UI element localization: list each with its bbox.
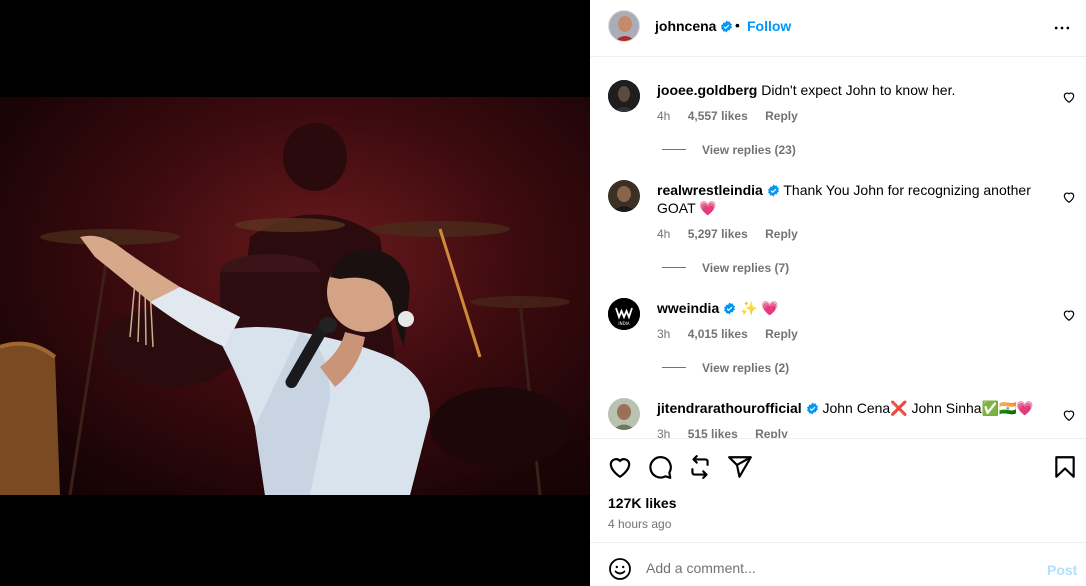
post-button[interactable]: Post	[1047, 562, 1077, 578]
profile-photo	[609, 11, 639, 41]
comment-meta: 4h 4,557 likes Reply	[657, 109, 812, 123]
wwe-avatar-label: INDIA	[618, 321, 629, 326]
avatar[interactable]	[608, 180, 640, 212]
comment-input[interactable]	[646, 555, 1016, 581]
heart-icon[interactable]	[1062, 408, 1076, 422]
comment-time[interactable]: 4h	[657, 109, 670, 123]
add-comment-bar: Post	[590, 542, 1086, 586]
comment-meta: 3h 515 likes Reply	[657, 427, 802, 438]
comment-body: wweindia ✨ 💗	[657, 299, 1037, 317]
verified-badge-icon	[724, 302, 736, 315]
bookmark-icon[interactable]	[1052, 454, 1078, 480]
profile-photo	[608, 180, 640, 212]
share-icon[interactable]	[727, 454, 753, 480]
heart-icon[interactable]	[607, 454, 633, 480]
comment-time[interactable]: 3h	[657, 427, 670, 438]
reply-button[interactable]: Reply	[765, 227, 798, 241]
reply-line	[662, 149, 686, 150]
wwe-logo-avatar: INDIA	[608, 298, 640, 330]
view-replies-label[interactable]: View replies (23)	[702, 143, 796, 157]
likes-count[interactable]: 127K likes	[608, 495, 677, 511]
reply-line	[662, 367, 686, 368]
comment-time[interactable]: 4h	[657, 227, 670, 241]
header-username[interactable]: johncena	[655, 18, 733, 34]
header-separator: •	[735, 17, 740, 33]
comment-text: John Cena❌ John Sinha✅🇮🇳💗	[822, 400, 1034, 416]
comment-username[interactable]: wweindia	[657, 300, 719, 316]
profile-photo	[608, 398, 640, 430]
header-username-text[interactable]: johncena	[655, 18, 716, 34]
comment-text: ✨ 💗	[740, 300, 779, 316]
comment-likes[interactable]: 4,015 likes	[688, 327, 748, 341]
comment-icon[interactable]	[647, 454, 673, 480]
view-replies-button[interactable]: View replies (2)	[662, 361, 789, 375]
view-replies-label[interactable]: View replies (7)	[702, 261, 789, 275]
comment-text: Didn't expect John to know her.	[761, 82, 956, 98]
comment-username[interactable]: realwrestleindia	[657, 182, 763, 198]
comment-likes[interactable]: 4,557 likes	[688, 109, 748, 123]
heart-icon[interactable]	[1062, 190, 1076, 204]
reply-line	[662, 267, 686, 268]
heart-icon[interactable]	[1062, 308, 1076, 322]
reply-button[interactable]: Reply	[765, 109, 798, 123]
comment-meta: 3h 4,015 likes Reply	[657, 327, 812, 341]
view-replies-button[interactable]: View replies (7)	[662, 261, 789, 275]
post-media	[0, 0, 590, 586]
avatar[interactable]	[608, 80, 640, 112]
view-replies-button[interactable]: View replies (23)	[662, 143, 796, 157]
comment-likes[interactable]: 5,297 likes	[688, 227, 748, 241]
post-timestamp[interactable]: 4 hours ago	[608, 517, 671, 531]
follow-button[interactable]: Follow	[747, 18, 791, 34]
emoji-icon[interactable]	[608, 557, 632, 581]
verified-badge-icon	[721, 20, 733, 33]
avatar[interactable]: INDIA	[608, 298, 640, 330]
post-photo[interactable]	[0, 97, 590, 495]
comments-list[interactable]: jooee.goldberg Didn't expect John to kno…	[590, 58, 1086, 438]
avatar[interactable]	[608, 10, 640, 42]
verified-badge-icon	[806, 402, 818, 415]
post-side-panel: johncena • Follow jooee.goldberg Didn't …	[590, 0, 1086, 586]
concert-photo	[0, 123, 570, 495]
comment-likes[interactable]: 515 likes	[688, 427, 738, 438]
view-replies-label[interactable]: View replies (2)	[702, 361, 789, 375]
avatar[interactable]	[608, 398, 640, 430]
post-actions: 127K likes 4 hours ago	[590, 438, 1086, 542]
comment-body: realwrestleindia Thank You John for reco…	[657, 181, 1037, 217]
comment-username[interactable]: jitendrarathourofficial	[657, 400, 802, 416]
comment-body: jooee.goldberg Didn't expect John to kno…	[657, 81, 1037, 99]
post-header: johncena • Follow	[590, 0, 1086, 57]
more-options-icon[interactable]	[1052, 18, 1072, 38]
comment-time[interactable]: 3h	[657, 327, 670, 341]
comment-meta: 4h 5,297 likes Reply	[657, 227, 812, 241]
comment-username[interactable]: jooee.goldberg	[657, 82, 757, 98]
comment-body: jitendrarathourofficial John Cena❌ John …	[657, 399, 1037, 417]
verified-badge-icon	[767, 184, 779, 197]
profile-photo	[608, 80, 640, 112]
heart-icon[interactable]	[1062, 90, 1076, 104]
reply-button[interactable]: Reply	[765, 327, 798, 341]
repost-icon[interactable]	[687, 454, 713, 480]
reply-button[interactable]: Reply	[755, 427, 788, 438]
